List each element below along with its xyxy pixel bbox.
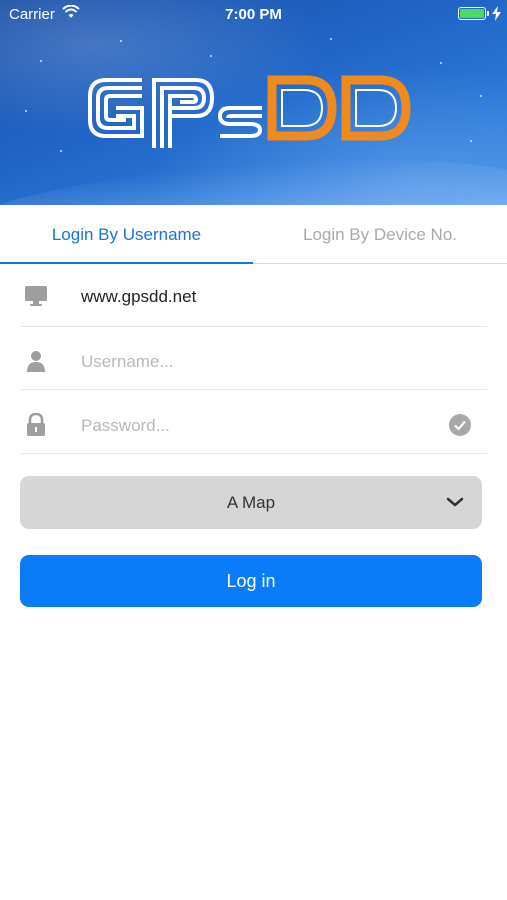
monitor-icon	[25, 286, 47, 306]
status-time: 7:00 PM	[225, 6, 282, 23]
charging-bolt-icon	[492, 6, 501, 21]
battery-tip	[487, 11, 489, 16]
server-value: www.gpsdd.net	[81, 287, 197, 306]
status-bar: Carrier 7:00 PM	[0, 0, 507, 30]
battery-icon	[458, 7, 486, 20]
map-select-value: A Map	[226, 493, 276, 512]
tab-login-by-device[interactable]: Login By Device No.	[253, 205, 507, 263]
tab-login-by-username[interactable]: Login By Username	[0, 205, 253, 263]
password-placeholder: Password...	[81, 416, 170, 435]
header-banner	[0, 0, 507, 205]
user-icon	[27, 351, 45, 372]
divider	[20, 453, 487, 454]
lock-icon	[27, 413, 45, 436]
check-circle-icon[interactable]	[449, 414, 471, 436]
server-field[interactable]: www.gpsdd.net	[0, 264, 507, 327]
gpsdd-logo	[88, 75, 411, 148]
username-placeholder: Username...	[81, 352, 174, 371]
divider	[20, 389, 487, 390]
login-button[interactable]: Log in	[20, 555, 482, 607]
horizon-glow	[0, 145, 507, 205]
username-field[interactable]: Username...	[0, 327, 507, 390]
login-tabs: Login By Username Login By Device No.	[0, 205, 507, 264]
chevron-down-icon	[446, 497, 464, 507]
password-field[interactable]: Password...	[0, 391, 507, 454]
login-button-label: Log in	[226, 571, 276, 591]
map-type-select[interactable]: A Map	[20, 476, 482, 529]
